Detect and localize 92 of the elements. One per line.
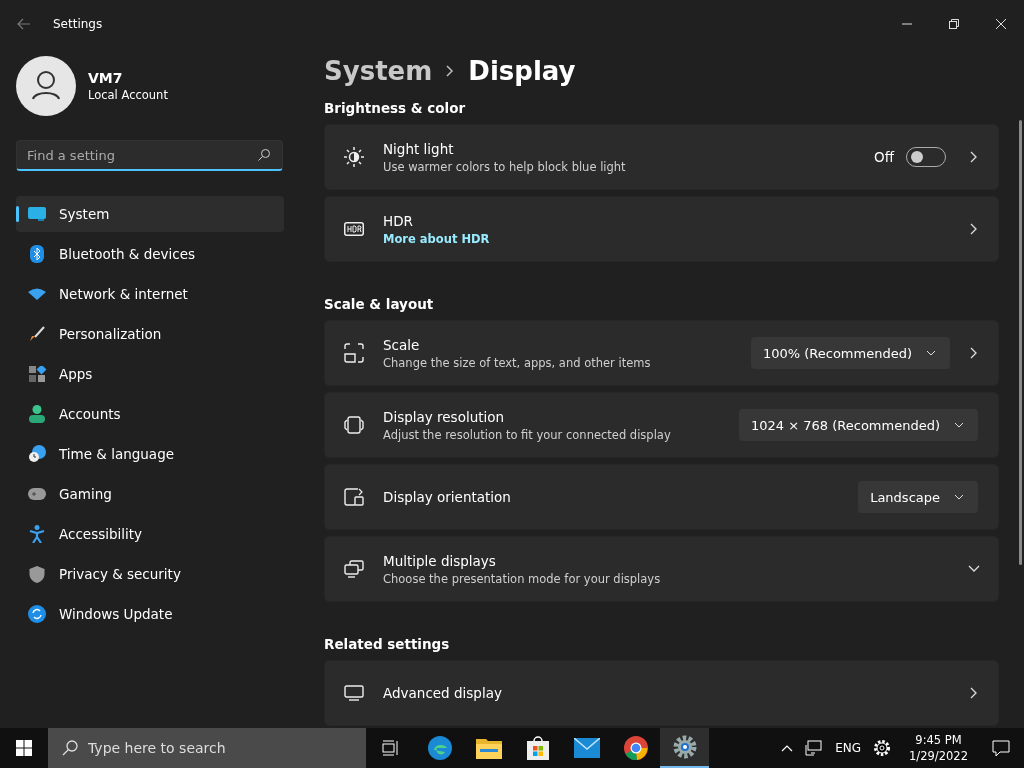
nav-item[interactable]: Personalization	[16, 316, 284, 352]
setting-card[interactable]: Advanced display	[324, 660, 999, 726]
setting-title: Night light	[383, 140, 454, 157]
orientation-icon	[344, 488, 364, 506]
chevron-right-icon	[970, 223, 978, 235]
nav-item[interactable]: Privacy & security	[16, 556, 284, 592]
setting-card[interactable]: Multiple displays Choose the presentation mode for your displays	[324, 536, 999, 602]
nav-item[interactable]: Gaming	[16, 476, 284, 512]
shield-icon	[27, 565, 47, 583]
nav-item[interactable]: System	[16, 196, 284, 232]
settings-icon	[672, 735, 697, 759]
brightness-icon	[344, 147, 364, 167]
section-heading: Brightness & color	[324, 100, 466, 116]
network-monitor-icon[interactable]	[805, 740, 824, 756]
section-heading: Related settings	[324, 636, 450, 652]
setting-title: Display orientation	[383, 489, 511, 505]
nav-item[interactable]: Apps	[16, 356, 284, 392]
chevron-down-icon[interactable]	[968, 565, 980, 573]
learn-more-link[interactable]: More about HDR	[383, 231, 490, 246]
setting-card[interactable]: Display orientation Landscape	[324, 464, 999, 530]
monitor-icon	[27, 207, 47, 221]
resolution-icon	[344, 416, 364, 434]
nav-item[interactable]: Bluetooth & devices	[16, 236, 284, 272]
breadcrumb-parent[interactable]: System	[324, 56, 433, 86]
chrome-icon	[623, 736, 648, 760]
setting-title: Display resolution	[383, 408, 505, 425]
input-language[interactable]: ENG	[835, 741, 862, 755]
avatar-icon	[16, 56, 76, 116]
dropdown[interactable]: Landscape	[858, 481, 978, 513]
close-icon[interactable]	[995, 18, 1007, 30]
apps-icon	[27, 366, 47, 382]
clock-time[interactable]: 9:45 PM	[915, 732, 962, 748]
nav-item[interactable]: Windows Update	[16, 596, 284, 632]
accessibility-icon	[27, 525, 47, 543]
gamepad-icon	[27, 488, 47, 500]
browser-swirl-icon	[427, 736, 452, 760]
monitor-icon	[344, 685, 364, 701]
notification-icon[interactable]	[992, 739, 1010, 757]
chevron-down-icon	[954, 422, 964, 428]
section-heading: Scale & layout	[324, 296, 434, 312]
nav-item[interactable]: Network & internet	[16, 276, 284, 312]
envelope-icon	[573, 738, 600, 758]
chevron-down-icon	[926, 350, 936, 356]
clock-date[interactable]: 1/29/2022	[909, 748, 968, 764]
setting-description: Choose the presentation mode for your displays	[383, 571, 661, 586]
setting-title: Scale	[383, 336, 420, 353]
setting-title: Advanced display	[383, 685, 502, 701]
account-type: Local Account	[88, 88, 168, 102]
chevron-right-icon	[970, 347, 978, 359]
nav-item[interactable]: Accessibility	[16, 516, 284, 552]
chevron-right-icon	[970, 687, 978, 699]
taskbar-app[interactable]	[660, 728, 709, 768]
setting-card[interactable]: Display resolution Adjust the resolution to fit your connected display 1024 × 768 (Recommended)	[324, 392, 999, 458]
user-name: VM7	[88, 70, 124, 86]
scale-icon	[344, 343, 364, 363]
dropdown[interactable]: 1024 × 768 (Recommended)	[739, 409, 978, 441]
chevron-down-icon	[954, 494, 964, 500]
hdr-icon	[344, 222, 364, 236]
search-field[interactable]: Find a setting	[16, 140, 283, 171]
chevron-right-icon	[446, 65, 455, 77]
settings-icon[interactable]	[873, 739, 892, 757]
setting-title: Multiple displays	[383, 552, 496, 569]
window-title: Settings	[53, 17, 103, 31]
dropdown[interactable]: 100% (Recommended)	[750, 337, 950, 369]
update-icon	[27, 605, 47, 623]
setting-title: HDR	[383, 212, 413, 229]
multiple-monitors-icon	[344, 560, 364, 578]
setting-card[interactable]: Scale Change the size of text, apps, and other items 100% (Recommended)	[324, 320, 999, 386]
globe-clock-icon	[27, 445, 47, 463]
chevron-up-icon[interactable]	[781, 744, 794, 752]
bluetooth-icon	[27, 245, 47, 263]
setting-description: Adjust the resolution to fit your connected display	[383, 427, 671, 442]
task-view-icon	[381, 740, 400, 756]
shopping-bag-icon	[526, 736, 549, 760]
toggle-state: Off	[874, 149, 894, 165]
setting-description: Change the size of text, apps, and other items	[383, 355, 651, 370]
brush-icon	[27, 326, 47, 342]
folder-icon	[475, 737, 502, 759]
windows-logo-icon[interactable]	[16, 740, 32, 756]
taskbar-search-field[interactable]: Type here to search	[48, 728, 366, 768]
wifi-icon	[27, 288, 47, 300]
chevron-right-icon	[970, 151, 978, 163]
back-arrow-icon[interactable]	[17, 18, 31, 30]
page-title: Display	[468, 56, 576, 86]
restore-icon[interactable]	[948, 18, 960, 30]
search-icon	[257, 148, 271, 162]
nav-item[interactable]: Accounts	[16, 396, 284, 432]
setting-card[interactable]: Night light Use warmer colors to help block blue light Off	[324, 124, 999, 190]
setting-card[interactable]: HDR More about HDR	[324, 196, 999, 262]
person-icon	[27, 405, 47, 423]
nav-item[interactable]: Time & language	[16, 436, 284, 472]
setting-description: Use warmer colors to help block blue light	[383, 159, 626, 174]
